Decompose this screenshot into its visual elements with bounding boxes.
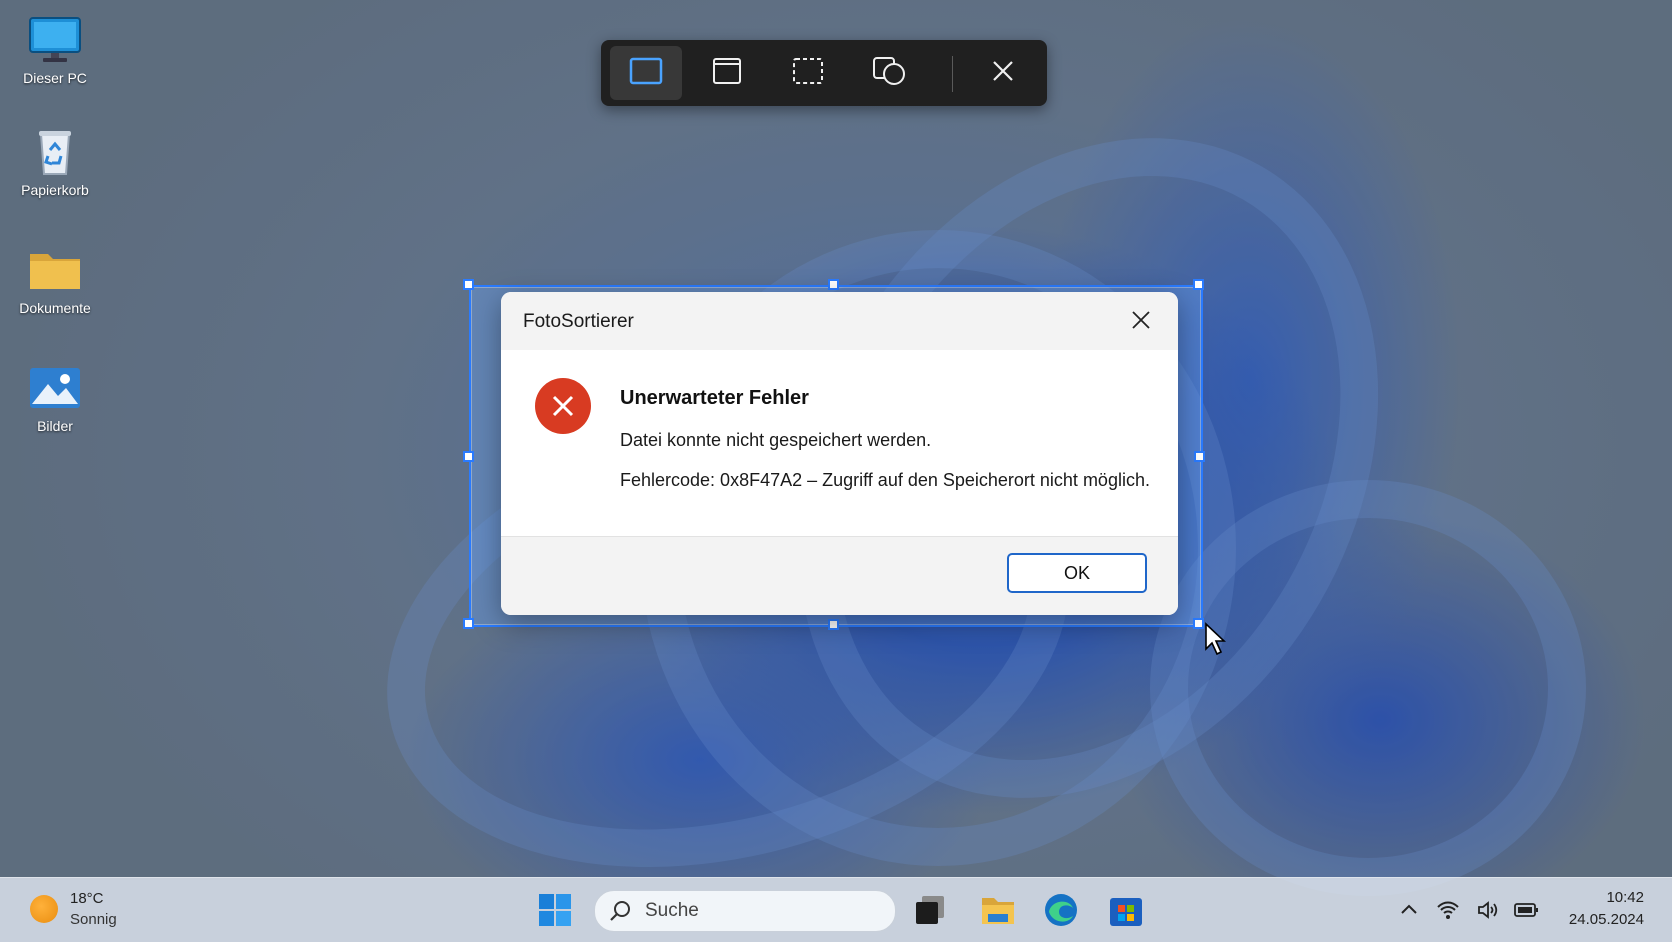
error-icon: [535, 378, 591, 434]
error-detail: Fehlercode: 0x8F47A2 – Zugriff auf den S…: [620, 470, 1150, 490]
start-button[interactable]: [537, 892, 573, 928]
desktop-icon-label: Papierkorb: [21, 182, 89, 198]
error-message: Datei konnte nicht gespeichert werden.: [620, 430, 932, 450]
clock-time[interactable]: 10:42: [1588, 889, 1644, 906]
close-icon: [992, 60, 1014, 87]
freeform-mode-icon: [792, 57, 824, 90]
rectangle-mode-icon: [629, 57, 663, 90]
weather-sun-icon[interactable]: [30, 895, 58, 923]
window-mode-icon: [712, 57, 742, 90]
edge-icon: [1043, 894, 1079, 932]
taskbar: 18°C Sonnig Suche 10:42 24.05.2024: [0, 877, 1672, 942]
resize-handle-right[interactable]: [1194, 451, 1205, 462]
desktop-icon-this-pc[interactable]: Dieser PC: [10, 16, 100, 86]
freeform-mode-button[interactable]: [772, 46, 844, 100]
weather-description[interactable]: Sonnig: [70, 911, 117, 928]
store-icon: [1108, 898, 1144, 932]
desktop-icon-documents[interactable]: Dokumente: [10, 246, 100, 316]
close-snip-button[interactable]: [967, 46, 1039, 100]
shape-mode-button[interactable]: [853, 46, 925, 100]
wifi-icon: [1436, 901, 1460, 926]
taskbar-search-box[interactable]: Suche: [594, 890, 896, 932]
error-dialog: FotoSortierer Unerwarteter Fehler Datei …: [501, 292, 1178, 615]
resize-handle-top-left[interactable]: [463, 279, 474, 290]
dialog-titlebar: FotoSortierer: [501, 292, 1178, 350]
desktop-icon-pictures[interactable]: Bilder: [10, 364, 100, 434]
weather-temperature[interactable]: 18°C: [70, 890, 104, 907]
file-explorer-icon: [980, 898, 1016, 932]
dialog-title: FotoSortierer: [523, 311, 634, 332]
store-button[interactable]: [1108, 892, 1144, 928]
toolbar-separator: [952, 56, 953, 92]
file-explorer-button[interactable]: [980, 892, 1016, 928]
desktop-icon-recycle-bin[interactable]: Papierkorb: [10, 128, 100, 198]
volume-icon: [1476, 901, 1500, 926]
volume-button[interactable]: [1476, 898, 1500, 922]
show-hidden-icons-button[interactable]: [1397, 898, 1421, 922]
chevron-up-icon: [1397, 904, 1421, 926]
shape-mode-icon: [872, 56, 906, 91]
desktop-icon-label: Dokumente: [19, 300, 91, 316]
resize-handle-left[interactable]: [463, 451, 474, 462]
search-icon: [609, 899, 633, 928]
rectangle-mode-button[interactable]: [610, 46, 682, 100]
snipping-toolbar: [601, 40, 1047, 106]
window-mode-button[interactable]: [691, 46, 763, 100]
resize-handle-bottom-left[interactable]: [463, 618, 474, 629]
dialog-footer: OK: [501, 536, 1178, 615]
clock-date[interactable]: 24.05.2024: [1552, 911, 1644, 928]
start-icon: [537, 894, 573, 932]
edge-button[interactable]: [1043, 892, 1079, 928]
desktop-icon-label: Dieser PC: [23, 70, 87, 86]
monitor-icon: [28, 16, 82, 64]
search-placeholder: Suche: [645, 900, 699, 921]
folder-icon: [28, 246, 82, 294]
dialog-close-button[interactable]: [1121, 306, 1161, 338]
recycle-bin-icon: [28, 128, 82, 176]
battery-button[interactable]: [1514, 898, 1538, 922]
pictures-icon: [28, 364, 82, 412]
task-view-button[interactable]: [912, 892, 948, 928]
resize-handle-bottom-right[interactable]: [1193, 618, 1204, 629]
network-button[interactable]: [1436, 898, 1460, 922]
close-icon: [1131, 310, 1151, 335]
mouse-cursor-icon: [1204, 622, 1228, 661]
task-view-icon: [912, 896, 948, 932]
resize-handle-top-right[interactable]: [1193, 279, 1204, 290]
battery-icon: [1514, 903, 1540, 926]
ok-button[interactable]: OK: [1007, 553, 1147, 593]
resize-handle-top[interactable]: [828, 279, 839, 290]
desktop-icon-label: Bilder: [37, 418, 73, 434]
resize-handle-bottom[interactable]: [828, 619, 839, 630]
error-heading: Unerwarteter Fehler: [620, 387, 809, 409]
